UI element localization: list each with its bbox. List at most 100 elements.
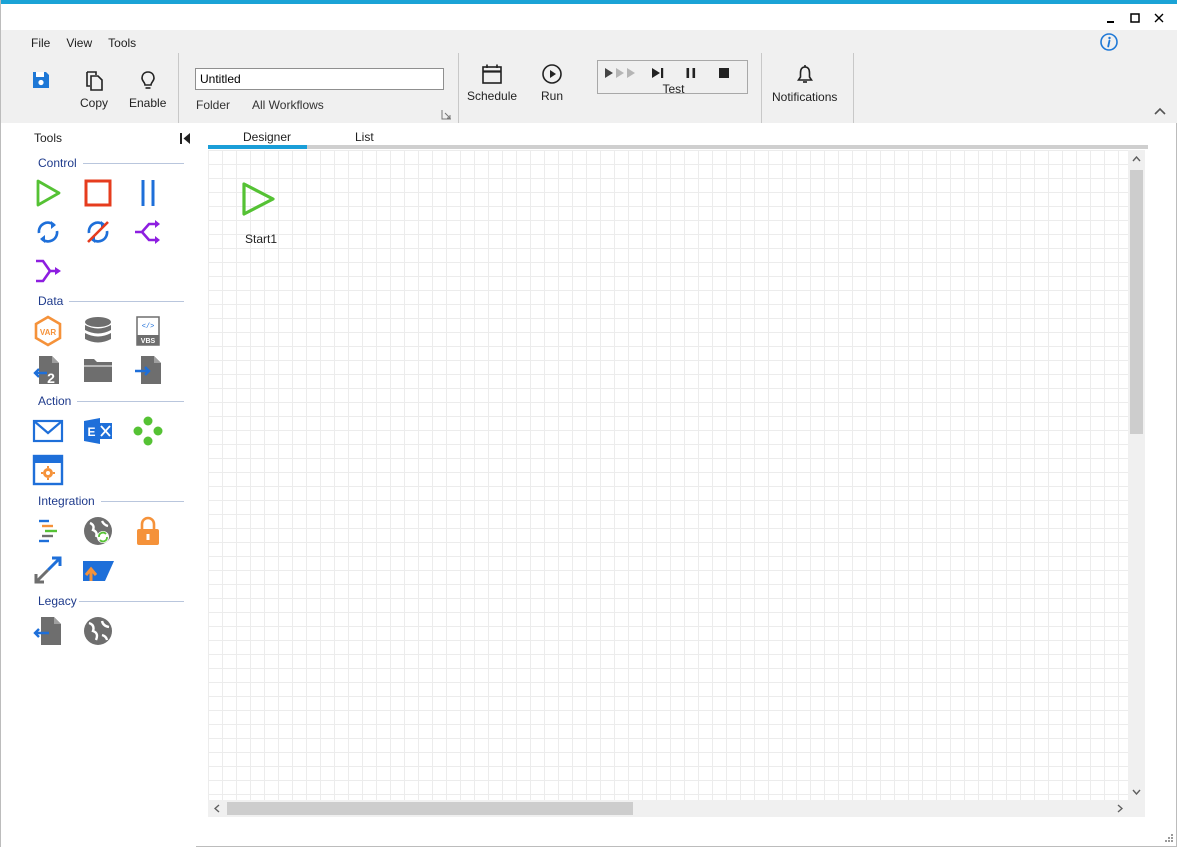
loop-icon [37,221,59,243]
all-workflows-button[interactable]: All Workflows [252,98,324,112]
folder-icon [84,359,112,382]
chevron-right-icon [1117,804,1123,813]
test-pause-button[interactable] [683,66,699,80]
copy-label: Copy [80,96,109,110]
start-play-icon [242,182,275,216]
notifications-label: Notifications [772,90,838,104]
tool-branch[interactable] [131,215,165,249]
tool-write-file[interactable] [131,353,165,387]
horizontal-scroll-thumb[interactable] [227,802,633,815]
tool-folder[interactable] [81,353,115,387]
collapse-ribbon-icon[interactable] [1153,106,1167,116]
break-loop-icon [87,221,109,243]
schedule-button[interactable]: Schedule [467,63,517,103]
category-integration: Integration [38,494,95,508]
branch-icon [135,220,160,244]
tool-exchange[interactable]: E [81,414,115,448]
exchange-icon: E [84,418,112,444]
menu-view[interactable]: View [58,35,100,51]
run-label: Run [541,89,564,103]
file-read-icon [33,617,61,645]
svg-text:VBS: VBS [141,338,156,345]
category-control: Control [38,156,77,170]
svg-text:E: E [87,425,95,439]
pause-bars-icon [141,180,155,206]
tool-vbscript[interactable]: </> VBS [131,314,165,348]
workflow-node-start[interactable]: Start1 [238,180,288,250]
minimize-button[interactable] [1099,8,1123,28]
title-bar [1,4,1177,30]
test-stop-button[interactable] [716,66,732,80]
tool-web-service[interactable] [81,514,115,548]
app-window-gear-icon [32,454,64,486]
tool-connector[interactable] [131,414,165,448]
enable-label: Enable [129,96,167,110]
copy-icon [86,71,103,91]
close-icon [1154,13,1164,23]
menu-file[interactable]: File [23,35,58,51]
collapse-panel-icon[interactable] [179,132,191,145]
tool-security[interactable] [131,514,165,548]
category-divider [69,301,184,302]
tool-window-action[interactable] [31,453,65,487]
stop-square-icon [84,179,112,207]
lines-list-icon [39,519,57,543]
file-write-icon [135,356,161,384]
svg-text:VAR: VAR [40,328,57,337]
svg-text:2: 2 [47,370,55,386]
tool-stop[interactable] [81,176,115,210]
run-button[interactable]: Run [541,63,563,103]
arrows-transfer-icon [34,556,62,584]
tool-legacy-file[interactable] [31,614,65,648]
category-divider [101,501,184,502]
test-step-button[interactable] [650,66,666,80]
toolbox-title: Tools [34,131,63,145]
tool-database[interactable] [81,314,115,348]
menu-tools[interactable]: Tools [100,35,144,51]
tool-transfer[interactable] [31,553,65,587]
tool-start[interactable] [31,176,65,210]
scrollbar-corner [1128,800,1145,817]
test-run-all-button[interactable] [604,66,638,80]
save-button[interactable] [31,70,51,90]
tab-list[interactable]: List [355,130,374,144]
fast-forward-icon [605,68,635,78]
maximize-button[interactable] [1123,8,1147,28]
close-button[interactable] [1147,8,1171,28]
horizontal-scrollbar[interactable] [208,800,1128,817]
tool-loop[interactable] [31,215,65,249]
vertical-scrollbar[interactable] [1128,150,1145,800]
tool-email[interactable] [31,414,65,448]
tool-rest[interactable] [31,514,65,548]
info-icon[interactable] [1099,32,1119,52]
notifications-button[interactable]: Notifications [772,64,837,104]
scroll-left-button[interactable] [208,800,225,817]
vertical-scroll-thumb[interactable] [1130,170,1143,434]
test-controls: Test [597,60,748,96]
tool-variable[interactable]: VAR [31,314,65,348]
tool-upload[interactable] [81,553,115,587]
tool-read-file[interactable]: 2 [31,353,65,387]
category-legacy: Legacy [38,594,77,608]
dialog-launcher-icon[interactable] [441,109,452,120]
tool-merge[interactable] [31,254,65,288]
enable-button[interactable]: Enable [129,70,166,110]
resize-grip-icon[interactable] [1164,833,1174,843]
mail-icon [32,419,64,443]
toolbox-panel: Tools Control Data VAR </> VBS 2 Action … [1,123,196,847]
scroll-down-button[interactable] [1128,783,1145,800]
calendar-icon [482,64,502,84]
scroll-up-button[interactable] [1128,150,1145,167]
copy-button[interactable]: Copy [80,70,108,110]
folder-button[interactable]: Folder [196,98,230,112]
tab-designer[interactable]: Designer [243,130,291,144]
workflow-name-input[interactable] [195,68,444,90]
node-label: Start1 [245,232,278,246]
designer-canvas[interactable]: Start1 [208,150,1128,800]
globe-sync-icon [84,517,112,545]
tool-pause[interactable] [131,176,165,210]
tool-break-loop[interactable] [81,215,115,249]
tool-legacy-web[interactable] [81,614,115,648]
stop-icon [719,68,729,78]
scroll-right-button[interactable] [1111,800,1128,817]
